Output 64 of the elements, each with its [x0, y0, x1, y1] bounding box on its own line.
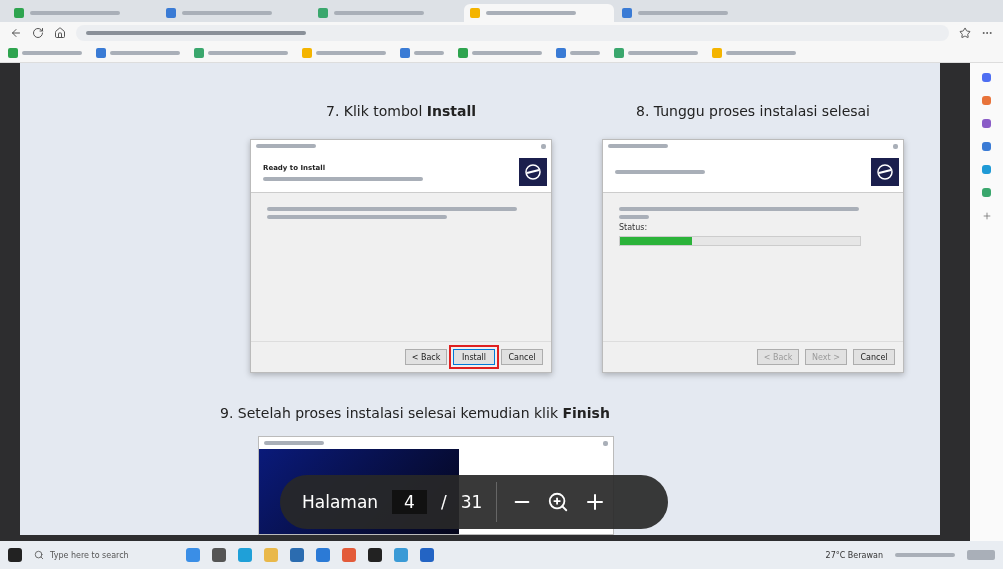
blurred-text-drawing: [619, 215, 649, 219]
sidebar-app-icon[interactable]: [982, 96, 991, 105]
bookmark-icon[interactable]: [556, 48, 566, 58]
blurred-clock-drawing: [967, 550, 995, 560]
page-number-field[interactable]: 4: [392, 490, 427, 514]
add-icon[interactable]: [981, 211, 992, 221]
dialog-button[interactable]: Cancel: [853, 349, 895, 365]
taskbar-app-icon[interactable]: [212, 548, 226, 562]
dialog-button[interactable]: Cancel: [501, 349, 543, 365]
search-icon: [34, 550, 44, 560]
bookmark-icon[interactable]: [614, 48, 624, 58]
blurred-text-drawing: [570, 51, 600, 55]
logo-icon: [519, 158, 547, 186]
taskbar-app-icon[interactable]: [368, 548, 382, 562]
home-icon[interactable]: [54, 27, 66, 39]
sidebar-app-icon[interactable]: [982, 73, 991, 82]
tray-icons-drawing: [895, 553, 955, 557]
bookmark-icon[interactable]: [194, 48, 204, 58]
blurred-text-drawing: [472, 51, 542, 55]
favicon-icon: [622, 8, 632, 18]
bookmark-icon[interactable]: [302, 48, 312, 58]
blurred-text-drawing: [414, 51, 444, 55]
taskbar-app-icon[interactable]: [316, 548, 330, 562]
zoom-icon[interactable]: [547, 491, 570, 513]
weather-text: 27°C Berawan: [825, 550, 883, 560]
browser-tab[interactable]: [464, 4, 614, 22]
start-icon[interactable]: [8, 548, 22, 562]
bookmark-icon[interactable]: [458, 48, 468, 58]
blurred-text-drawing: [628, 51, 698, 55]
blurred-text-drawing: [316, 51, 386, 55]
reload-icon[interactable]: [32, 27, 44, 39]
bookmark-icon[interactable]: [712, 48, 722, 58]
status-label: Status:: [619, 223, 649, 232]
step-text: 9. Setelah proses instalasi selesai kemudian klik Finish: [220, 405, 610, 421]
blurred-text-drawing: [726, 51, 796, 55]
favicon-icon: [318, 8, 328, 18]
address-bar[interactable]: [76, 25, 949, 41]
blurred-text-drawing: [256, 144, 316, 148]
page-separator: /: [440, 492, 447, 512]
step-text: 8. Tunggu proses instalasi selesai: [636, 103, 870, 119]
dialog-button[interactable]: < Back: [405, 349, 447, 365]
page-total: 31: [460, 492, 483, 512]
sidebar-app-icon[interactable]: [982, 142, 991, 151]
sidebar-app-icon[interactable]: [982, 188, 991, 197]
favicon-icon: [470, 8, 480, 18]
star-icon[interactable]: [959, 27, 971, 39]
blurred-text-drawing: [110, 51, 180, 55]
blurred-text-drawing: [264, 441, 324, 445]
logo-icon: [871, 158, 899, 186]
step-text: 7. Klik tombol Install: [325, 103, 477, 119]
taskbar-app-icon[interactable]: [420, 548, 434, 562]
blurred-text-drawing: [22, 51, 82, 55]
page-label: Halaman: [302, 492, 379, 512]
bookmark-icon[interactable]: [8, 48, 18, 58]
favicon-icon: [166, 8, 176, 18]
bookmark-icon[interactable]: [400, 48, 410, 58]
sidebar-app-icon[interactable]: [982, 165, 991, 174]
bookmark-icon[interactable]: [96, 48, 106, 58]
favicon-icon: [14, 8, 24, 18]
blurred-text-drawing: [608, 144, 668, 148]
taskbar-search-field[interactable]: Type here to search: [34, 544, 174, 566]
sidebar-app-icon[interactable]: [982, 119, 991, 128]
taskbar-app-icon[interactable]: [290, 548, 304, 562]
back-icon[interactable]: [10, 27, 22, 39]
